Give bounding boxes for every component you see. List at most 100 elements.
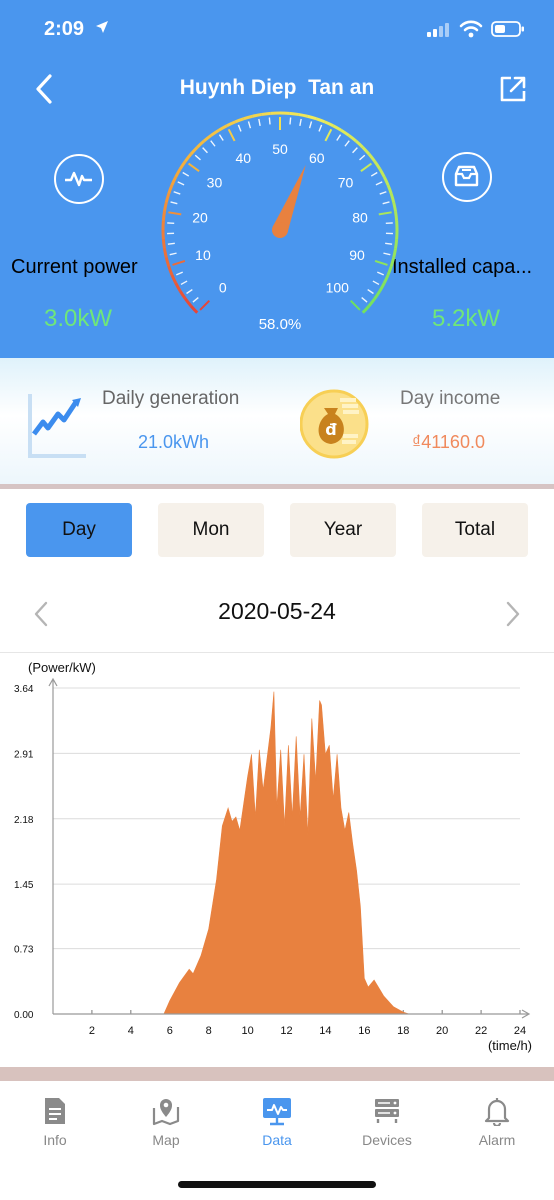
gauge-rim — [394, 211, 399, 221]
gauge-rim — [367, 153, 376, 163]
gauge-rim — [178, 290, 187, 300]
day-income-value: ₫41160.0 — [412, 432, 485, 452]
gauge-rim — [196, 139, 205, 149]
gauge-rim — [164, 256, 171, 267]
current-power-label: Current power — [11, 256, 138, 278]
tab-total[interactable]: Total — [422, 503, 528, 557]
gauge-tick — [385, 242, 393, 245]
gauge-rim — [184, 153, 193, 163]
tab-day[interactable]: Day — [26, 503, 132, 557]
nav-info[interactable]: Info — [5, 1096, 105, 1148]
gauge-tick — [176, 271, 183, 276]
gauge-rim — [178, 160, 187, 170]
y-tick-label: 0.73 — [14, 945, 34, 956]
x-tick-label: 8 — [206, 1025, 212, 1037]
gauge-tick — [359, 154, 366, 161]
daily-generation-value: 21.0kWh — [138, 432, 210, 452]
gauge-tick-label: 60 — [309, 150, 325, 166]
gauge-tick — [336, 134, 342, 141]
gauge-tick — [237, 124, 242, 132]
gauge-rim — [161, 239, 166, 249]
gauge-tick — [372, 280, 380, 286]
gauge-rim — [174, 168, 182, 178]
gauge-tick-label: 20 — [192, 209, 208, 225]
gauge-rim — [218, 124, 228, 132]
gauge-rim — [162, 248, 168, 258]
gauge-tick — [379, 191, 387, 195]
gauge-rim — [167, 265, 174, 276]
gauge-tick-label: 30 — [207, 174, 223, 190]
gauge-rim — [170, 274, 178, 284]
gauge-tick — [247, 121, 252, 129]
gauge-rim — [340, 128, 350, 137]
gauge-rim — [394, 239, 399, 249]
gauge-tick — [199, 300, 210, 311]
gauge-tick — [192, 297, 199, 303]
gauge-tick — [182, 171, 190, 177]
gauge-tick — [375, 181, 383, 186]
gauge-rim — [234, 117, 245, 124]
gauge-rim — [324, 120, 334, 128]
gauge-rim — [252, 112, 262, 118]
gauge-tick — [382, 201, 390, 205]
gauge-tick — [210, 140, 216, 147]
location-arrow-icon — [96, 21, 108, 33]
gauge-tick-label: 80 — [352, 209, 368, 225]
gauge-tick — [361, 297, 368, 303]
x-tick-label: 24 — [514, 1025, 526, 1037]
gauge-tick — [344, 140, 350, 147]
gauge-rim — [315, 117, 326, 124]
nav-data[interactable]: Data — [227, 1096, 327, 1148]
gauge-rim — [174, 282, 182, 292]
share-button[interactable] — [498, 74, 528, 104]
power-gauge: 0 10 20 30 40 50 60 70 80 90 100 — [161, 111, 399, 314]
gauge-tick — [173, 191, 181, 195]
gauge-tick-label: 10 — [195, 247, 211, 263]
previous-date-button[interactable] — [32, 600, 50, 628]
gauge-rim — [164, 193, 171, 204]
gauge-tick-label: 100 — [326, 279, 350, 295]
gauge-tick — [383, 252, 391, 256]
gauge-tick-label: 0 — [219, 279, 227, 295]
nav-map[interactable]: Map — [116, 1096, 216, 1148]
gauge-rim — [167, 184, 174, 195]
gauge-tick-label: 40 — [235, 150, 251, 166]
nav-alarm-label: Alarm — [478, 1132, 516, 1148]
signal-icon — [427, 23, 449, 37]
tab-mon[interactable]: Mon — [158, 503, 264, 557]
current-date: 2020-05-24 — [218, 598, 336, 624]
next-date-button[interactable] — [504, 600, 522, 628]
y-tick-label: 2.91 — [14, 749, 34, 760]
y-axis-label: (Power/kW) — [28, 660, 96, 675]
gauge-rim — [382, 274, 390, 284]
back-button[interactable] — [30, 72, 60, 106]
gauge-rim — [378, 168, 386, 178]
monitor-chart-icon — [263, 1098, 291, 1126]
battery-icon — [491, 21, 524, 37]
gauge-rim — [306, 114, 317, 121]
gauge-tick — [218, 134, 224, 141]
gauge-rim — [347, 134, 357, 143]
y-tick-label: 0.00 — [14, 1010, 34, 1021]
nav-devices[interactable]: Devices — [337, 1096, 437, 1148]
gauge-tick — [177, 181, 185, 186]
gauge-rim — [162, 202, 168, 212]
tab-year[interactable]: Year — [290, 503, 396, 557]
x-tick-label: 22 — [475, 1025, 487, 1037]
gauge-tick — [318, 124, 323, 132]
gauge-tick — [324, 128, 333, 142]
gauge-tick-label: 50 — [272, 141, 288, 157]
gauge-rim — [367, 297, 376, 307]
gauge-tick — [167, 242, 175, 245]
gauge-tick — [180, 280, 188, 286]
y-tick-label: 2.18 — [14, 815, 34, 826]
status-time: 2:09 — [44, 18, 85, 40]
gauge-tick — [194, 154, 201, 161]
gauge-rim — [355, 139, 364, 149]
gauge-rim — [392, 202, 398, 212]
nav-alarm[interactable]: Alarm — [447, 1096, 547, 1148]
gauge-rim — [243, 114, 254, 121]
money-bag-icon: đ — [300, 389, 369, 459]
gauge-tick — [227, 128, 236, 142]
y-tick-label: 1.45 — [14, 880, 34, 891]
